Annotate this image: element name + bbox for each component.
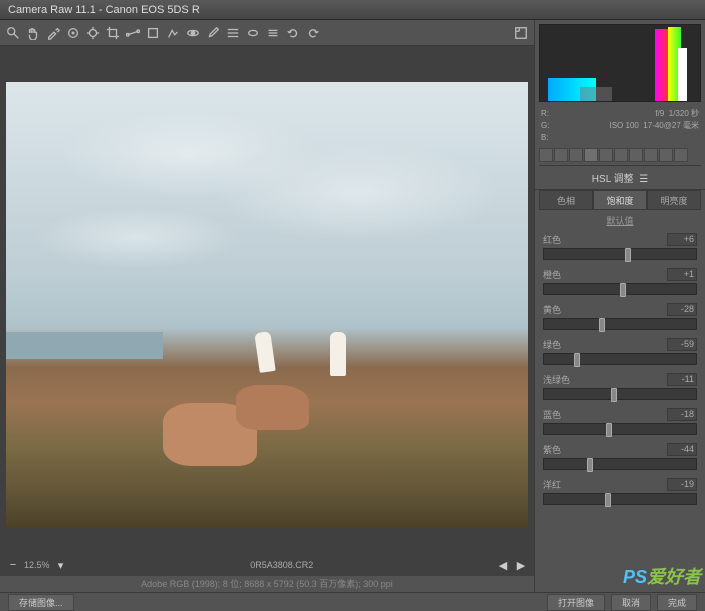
reds-track[interactable] xyxy=(543,248,697,260)
greens-value[interactable]: -59 xyxy=(667,338,697,351)
preview-footer: − 12.5% ▾ 0R5A3808.CR2 ◀ ▶ xyxy=(0,554,534,576)
reds-slider: 红色+6 xyxy=(543,233,697,260)
purples-thumb[interactable] xyxy=(587,458,593,472)
oranges-track[interactable] xyxy=(543,283,697,295)
yellows-value[interactable]: -28 xyxy=(667,303,697,316)
prefs-icon[interactable] xyxy=(266,26,280,40)
rotate-ccw-icon[interactable] xyxy=(286,26,300,40)
yellows-slider: 黄色-28 xyxy=(543,303,697,330)
zoom-out-icon[interactable]: − xyxy=(6,558,20,572)
reds-value[interactable]: +6 xyxy=(667,233,697,246)
magentas-value[interactable]: -19 xyxy=(667,478,697,491)
right-panel: R:f/9 1/320 秒 G:ISO 100 17-40@27 毫米 B: H… xyxy=(534,20,705,592)
slider-group: 红色+6 橙色+1 黄色-28 绿色-59 浅绿色-11 蓝色-18 xyxy=(535,231,705,515)
zoom-dropdown-icon[interactable]: ▾ xyxy=(54,558,68,572)
presets-tab-icon[interactable] xyxy=(659,148,673,162)
fullscreen-icon[interactable] xyxy=(514,26,528,40)
preview-image xyxy=(6,82,528,528)
hand-icon[interactable] xyxy=(26,26,40,40)
spot-removal-icon[interactable] xyxy=(166,26,180,40)
hsl-subtabs: 色相 饱和度 明亮度 xyxy=(539,190,701,210)
oranges-thumb[interactable] xyxy=(620,283,626,297)
aquas-track[interactable] xyxy=(543,388,697,400)
hue-tab[interactable]: 色相 xyxy=(539,190,593,210)
prev-image-icon[interactable]: ◀ xyxy=(496,558,510,572)
calib-tab-icon[interactable] xyxy=(644,148,658,162)
dialog-footer: 存储图像... 打开图像 取消 完成 xyxy=(0,592,705,611)
cancel-button[interactable]: 取消 xyxy=(611,594,651,611)
window-titlebar: Camera Raw 11.1 - Canon EOS 5DS R xyxy=(0,0,705,20)
preview-area[interactable] xyxy=(0,46,534,554)
split-tab-icon[interactable] xyxy=(599,148,613,162)
hsl-tab-icon[interactable] xyxy=(584,148,598,162)
crop-icon[interactable] xyxy=(106,26,120,40)
aquas-slider: 浅绿色-11 xyxy=(543,373,697,400)
graduated-filter-icon[interactable] xyxy=(226,26,240,40)
zoom-value[interactable]: 12.5% xyxy=(24,560,50,570)
workflow-options-link[interactable]: Adobe RGB (1998); 8 位; 8688 x 5792 (50.3… xyxy=(0,576,534,592)
luminance-tab[interactable]: 明亮度 xyxy=(647,190,701,210)
redeye-icon[interactable] xyxy=(186,26,200,40)
greens-slider: 绿色-59 xyxy=(543,338,697,365)
exif-metadata: R:f/9 1/320 秒 G:ISO 100 17-40@27 毫米 B: xyxy=(535,106,705,146)
purples-track[interactable] xyxy=(543,458,697,470)
aquas-thumb[interactable] xyxy=(611,388,617,402)
toolbar xyxy=(0,20,534,46)
detail-tab-icon[interactable] xyxy=(569,148,583,162)
reds-thumb[interactable] xyxy=(625,248,631,262)
magentas-slider: 洋红-19 xyxy=(543,478,697,505)
eyedropper-icon[interactable] xyxy=(46,26,60,40)
brush-icon[interactable] xyxy=(206,26,220,40)
oranges-slider: 橙色+1 xyxy=(543,268,697,295)
adjustment-tab-strip xyxy=(539,148,701,166)
zoom-icon[interactable] xyxy=(6,26,20,40)
radial-filter-icon[interactable] xyxy=(246,26,260,40)
done-button[interactable]: 完成 xyxy=(657,594,697,611)
snapshots-tab-icon[interactable] xyxy=(674,148,688,162)
defaults-link[interactable]: 默认值 xyxy=(535,210,705,231)
save-image-button[interactable]: 存储图像... xyxy=(8,594,74,611)
greens-track[interactable] xyxy=(543,353,697,365)
open-image-button[interactable]: 打开图像 xyxy=(547,594,605,611)
next-image-icon[interactable]: ▶ xyxy=(514,558,528,572)
rotate-cw-icon[interactable] xyxy=(306,26,320,40)
panel-title: HSL 调整 ☰ xyxy=(535,166,705,190)
blues-value[interactable]: -18 xyxy=(667,408,697,421)
purples-slider: 紫色-44 xyxy=(543,443,697,470)
magentas-thumb[interactable] xyxy=(605,493,611,507)
watermark: PS爱好者 xyxy=(623,563,701,589)
blues-slider: 蓝色-18 xyxy=(543,408,697,435)
transform-icon[interactable] xyxy=(146,26,160,40)
basic-tab-icon[interactable] xyxy=(539,148,553,162)
saturation-tab[interactable]: 饱和度 xyxy=(593,190,647,210)
lens-tab-icon[interactable] xyxy=(614,148,628,162)
yellows-track[interactable] xyxy=(543,318,697,330)
fx-tab-icon[interactable] xyxy=(629,148,643,162)
straighten-icon[interactable] xyxy=(126,26,140,40)
yellows-thumb[interactable] xyxy=(599,318,605,332)
main-area: − 12.5% ▾ 0R5A3808.CR2 ◀ ▶ Adobe RGB (19… xyxy=(0,20,705,592)
blues-track[interactable] xyxy=(543,423,697,435)
aquas-value[interactable]: -11 xyxy=(667,373,697,386)
purples-value[interactable]: -44 xyxy=(667,443,697,456)
oranges-value[interactable]: +1 xyxy=(667,268,697,281)
greens-thumb[interactable] xyxy=(574,353,580,367)
magentas-track[interactable] xyxy=(543,493,697,505)
left-panel: − 12.5% ▾ 0R5A3808.CR2 ◀ ▶ Adobe RGB (19… xyxy=(0,20,534,592)
target-icon[interactable] xyxy=(86,26,100,40)
color-sampler-icon[interactable] xyxy=(66,26,80,40)
histogram[interactable] xyxy=(539,24,701,102)
filename: 0R5A3808.CR2 xyxy=(68,560,496,570)
curve-tab-icon[interactable] xyxy=(554,148,568,162)
blues-thumb[interactable] xyxy=(606,423,612,437)
